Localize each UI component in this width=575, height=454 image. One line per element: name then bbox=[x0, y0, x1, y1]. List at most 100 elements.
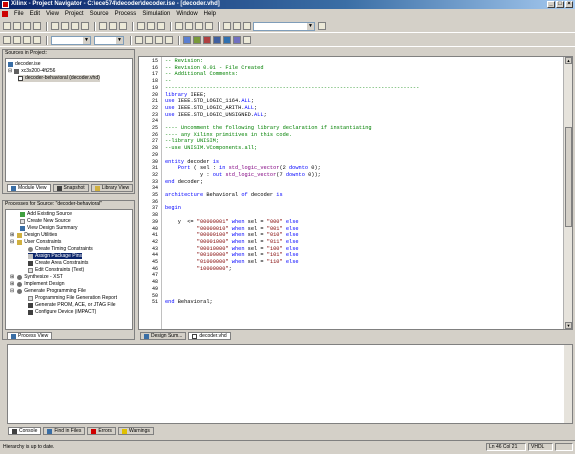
comment-icon[interactable] bbox=[155, 36, 163, 44]
find-icon[interactable] bbox=[119, 22, 127, 30]
tab-snapshot[interactable]: Snapshot bbox=[52, 184, 89, 192]
cascade-icon[interactable] bbox=[175, 22, 183, 30]
tab-process-view[interactable]: Process View bbox=[7, 332, 53, 340]
outdent-icon[interactable] bbox=[145, 36, 153, 44]
maximize-button[interactable]: □ bbox=[556, 1, 564, 8]
tab-errors[interactable]: Errors bbox=[87, 427, 116, 435]
console-panel[interactable] bbox=[7, 344, 573, 424]
find-combo[interactable]: ▼ bbox=[253, 21, 315, 31]
tab-module-view[interactable]: Module View bbox=[7, 184, 51, 192]
editor-vertical-scrollbar[interactable]: ▲ ▼ bbox=[563, 57, 572, 329]
menu-help[interactable]: Help bbox=[201, 9, 219, 19]
scroll-up-icon[interactable]: ▲ bbox=[565, 57, 572, 64]
redo-icon[interactable] bbox=[109, 22, 117, 30]
language-template-icon[interactable] bbox=[183, 36, 191, 44]
bookmark-icon[interactable] bbox=[3, 36, 11, 44]
close-button[interactable]: × bbox=[565, 1, 573, 8]
collapse-icon[interactable]: ⊟ bbox=[10, 239, 14, 245]
tab-warnings[interactable]: Warnings bbox=[117, 427, 154, 435]
size-combo[interactable]: ▼ bbox=[94, 35, 124, 45]
scroll-thumb[interactable] bbox=[565, 127, 572, 227]
process-item[interactable]: ⊞ Synthesize - XST bbox=[10, 274, 63, 280]
next-bookmark-icon[interactable] bbox=[13, 36, 21, 44]
open-folder-icon[interactable] bbox=[13, 22, 21, 30]
close-window-icon[interactable] bbox=[205, 22, 213, 30]
report-icon[interactable] bbox=[243, 36, 251, 44]
process-item[interactable]: View Design Summary bbox=[20, 225, 77, 231]
uncomment-icon[interactable] bbox=[165, 36, 173, 44]
waveform-icon[interactable] bbox=[203, 36, 211, 44]
chip-icon[interactable] bbox=[223, 36, 231, 44]
tab-console[interactable]: Console bbox=[8, 427, 42, 435]
menu-simulation[interactable]: Simulation bbox=[139, 9, 173, 19]
expand-icon[interactable]: ⊞ bbox=[10, 281, 14, 287]
collapse-icon[interactable]: ⊟ bbox=[10, 288, 14, 294]
console-scrollbar[interactable] bbox=[564, 345, 572, 423]
process-item[interactable]: ⊞ Design Utilities bbox=[10, 232, 57, 238]
snapshot-icon bbox=[56, 185, 62, 191]
process-item[interactable]: ⊟ User Constraints bbox=[10, 239, 61, 245]
process-item[interactable]: Create Timing Constraints bbox=[28, 246, 93, 252]
process-item[interactable]: Edit Constraints (Text) bbox=[28, 267, 84, 273]
pin-icon[interactable] bbox=[213, 36, 221, 44]
collapse-icon[interactable]: ⊟ bbox=[8, 68, 12, 75]
binoculars-icon[interactable] bbox=[243, 22, 251, 30]
save-all-icon[interactable] bbox=[33, 22, 41, 30]
process-item-selected[interactable]: Assign Package Pins bbox=[28, 253, 82, 259]
chevron-down-icon[interactable]: ▼ bbox=[116, 36, 123, 44]
menu-edit[interactable]: Edit bbox=[27, 9, 43, 19]
process-item[interactable]: Configure Device (iMPACT) bbox=[28, 309, 96, 315]
process-item[interactable]: ⊟ Generate Programming File bbox=[10, 288, 86, 294]
menu-file[interactable]: File bbox=[11, 9, 27, 19]
scroll-down-icon[interactable]: ▼ bbox=[565, 322, 572, 329]
minimize-button[interactable]: _ bbox=[547, 1, 555, 8]
help-icon[interactable] bbox=[318, 22, 326, 30]
schematic-icon[interactable] bbox=[193, 36, 201, 44]
tab-library-view[interactable]: Library View bbox=[90, 184, 134, 192]
new-file-icon[interactable] bbox=[3, 22, 11, 30]
tab-find-in-files[interactable]: Find in Files bbox=[43, 427, 86, 435]
copy-icon[interactable] bbox=[61, 22, 69, 30]
tree-item-device[interactable]: ⊟ xc3s200-4ft256 bbox=[8, 68, 55, 75]
paste-icon[interactable] bbox=[71, 22, 79, 30]
stop-icon[interactable] bbox=[233, 22, 241, 30]
tab-decoder-vhd[interactable]: decoder.vhd bbox=[188, 332, 231, 340]
document-menu-icon[interactable] bbox=[2, 11, 8, 17]
cut-icon[interactable] bbox=[51, 22, 59, 30]
folder-icon bbox=[17, 232, 23, 238]
run-icon[interactable] bbox=[223, 22, 231, 30]
processes-window-icon[interactable] bbox=[147, 22, 155, 30]
sources-window-icon[interactable] bbox=[137, 22, 145, 30]
clear-bookmarks-icon[interactable] bbox=[33, 36, 41, 44]
tile-horizontal-icon[interactable] bbox=[185, 22, 193, 30]
prev-bookmark-icon[interactable] bbox=[23, 36, 31, 44]
undo-icon[interactable] bbox=[99, 22, 107, 30]
menu-project[interactable]: Project bbox=[62, 9, 87, 19]
impact-icon[interactable] bbox=[233, 36, 241, 44]
tree-item-project[interactable]: decoder.ise bbox=[8, 61, 41, 68]
process-item[interactable]: Generate PROM, ACE, or JTAG File bbox=[28, 302, 116, 308]
menu-source[interactable]: Source bbox=[87, 9, 112, 19]
font-combo[interactable]: ▼ bbox=[51, 35, 91, 45]
indent-icon[interactable] bbox=[135, 36, 143, 44]
menu-view[interactable]: View bbox=[43, 9, 62, 19]
transcript-window-icon[interactable] bbox=[157, 22, 165, 30]
process-item[interactable]: Create New Source bbox=[20, 218, 71, 224]
delete-icon[interactable] bbox=[81, 22, 89, 30]
find-icon bbox=[47, 428, 53, 434]
process-item[interactable]: ⊞ Implement Design bbox=[10, 281, 65, 287]
menu-window[interactable]: Window bbox=[173, 9, 200, 19]
expand-icon[interactable]: ⊞ bbox=[10, 274, 14, 280]
menu-process[interactable]: Process bbox=[112, 9, 140, 19]
process-item[interactable]: Add Existing Source bbox=[20, 211, 72, 217]
expand-icon[interactable]: ⊞ bbox=[10, 232, 14, 238]
process-item[interactable]: Programming File Generation Report bbox=[28, 295, 117, 301]
save-icon[interactable] bbox=[23, 22, 31, 30]
error-icon bbox=[91, 428, 97, 434]
tab-design-summary[interactable]: Design Sum... bbox=[140, 332, 187, 340]
tile-vertical-icon[interactable] bbox=[195, 22, 203, 30]
tree-item-source[interactable]: decoder-behavioral (decoder.vhd) bbox=[18, 75, 100, 82]
process-item[interactable]: Create Area Constraints bbox=[28, 260, 88, 266]
chevron-down-icon[interactable]: ▼ bbox=[307, 22, 314, 30]
chevron-down-icon[interactable]: ▼ bbox=[83, 36, 90, 44]
